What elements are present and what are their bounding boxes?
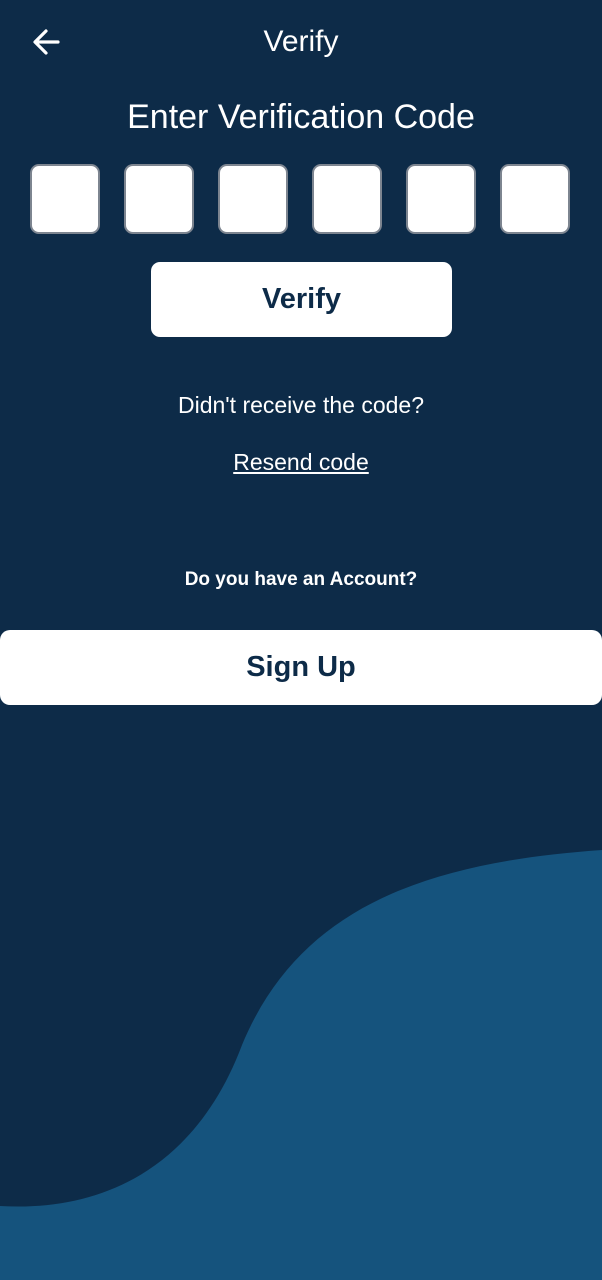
code-digit-6[interactable] xyxy=(500,164,570,234)
code-digit-5[interactable] xyxy=(406,164,476,234)
verification-heading: Enter Verification Code xyxy=(127,98,475,136)
account-question: Do you have an Account? xyxy=(184,569,418,590)
code-digit-4[interactable] xyxy=(312,164,382,234)
sign-up-button[interactable]: Sign Up xyxy=(0,630,602,705)
verify-button[interactable]: Verify xyxy=(151,262,452,337)
code-digit-2[interactable] xyxy=(124,164,194,234)
resend-code-link[interactable]: Resend code xyxy=(201,445,401,479)
page-title: Verify xyxy=(263,25,339,58)
verification-code-inputs xyxy=(30,164,572,236)
didnt-receive-text: Didn't receive the code? xyxy=(177,392,425,418)
code-digit-1[interactable] xyxy=(30,164,100,234)
code-digit-3[interactable] xyxy=(218,164,288,234)
